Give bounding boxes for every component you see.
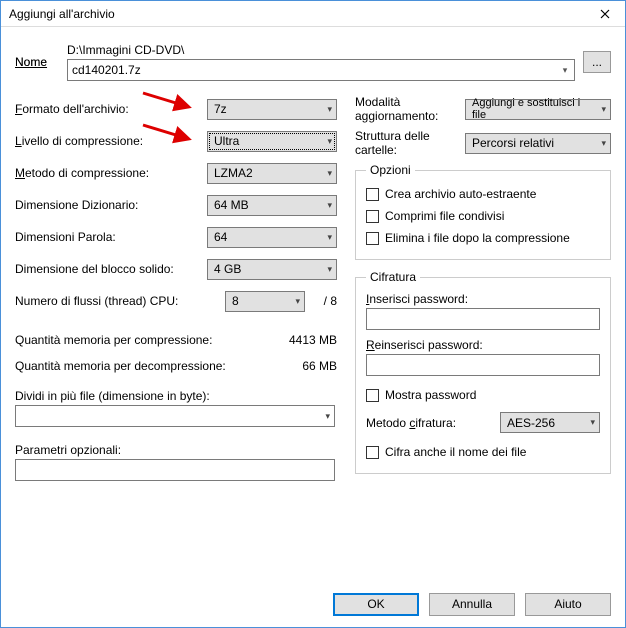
threads-select[interactable]: 8▾ [225,291,305,312]
word-select[interactable]: 64▾ [207,227,337,248]
delete-checkbox[interactable] [366,232,379,245]
shared-label: Comprimi file condivisi [385,209,504,223]
options-legend: Opzioni [366,163,415,177]
pw2-label: Reinserisci password: [366,338,600,352]
cancel-button[interactable]: Annulla [429,593,515,616]
solid-label: Dimensione del blocco solido: [15,262,207,276]
ok-button[interactable]: OK [333,593,419,616]
threads-label: Numero di flussi (thread) CPU: [15,294,225,308]
method-select[interactable]: LZMA2▾ [207,163,337,184]
encryption-group: Cifratura Inserisci password: Reinserisc… [355,270,611,474]
chevron-down-icon: ▾ [327,104,332,115]
chevron-down-icon: ▾ [327,136,332,147]
update-label: Modalità aggiornamento: [355,95,465,123]
split-label: Dividi in più file (dimensione in byte): [15,389,337,403]
mem-decomp-value: 66 MB [267,359,337,373]
update-select[interactable]: Aggiungi e sostituisci i file▾ [465,99,611,120]
paths-select[interactable]: Percorsi relativi▾ [465,133,611,154]
dialog-body: Nome D:\Immagini CD-DVD\ ▾ ... Formato d… [1,27,625,581]
dict-select[interactable]: 64 MB▾ [207,195,337,216]
right-column: Modalità aggiornamento: Aggiungi e sosti… [355,95,611,484]
dialog-footer: OK Annulla Aiuto [1,581,625,627]
encrypt-names-label: Cifra anche il nome dei file [385,445,526,459]
window-title: Aggiungi all'archivio [9,7,585,21]
chevron-down-icon: ▾ [327,168,332,179]
archive-path: D:\Immagini CD-DVD\ [67,43,575,57]
format-label: Formato dell'archivio: [15,102,207,116]
dialog-window: Aggiungi all'archivio Nome D:\Immagini C… [0,0,626,628]
browse-button[interactable]: ... [583,51,611,73]
enc-method-label: Metodo cifratura: [366,416,492,430]
name-label: Nome [15,55,67,69]
archive-name-input[interactable] [68,60,556,80]
mem-decomp-label: Quantità memoria per decompressione: [15,359,267,373]
dict-label: Dimensione Dizionario: [15,198,207,212]
pw1-label: Inserisci password: [366,292,600,306]
chevron-down-icon: ▾ [325,411,330,422]
encryption-legend: Cifratura [366,270,420,284]
chevron-down-icon: ▾ [601,138,606,149]
chevron-down-icon: ▾ [601,104,606,115]
params-input[interactable] [15,459,335,481]
level-select[interactable]: Ultra▾ [207,131,337,152]
word-label: Dimensioni Parola: [15,230,207,244]
options-group: Opzioni Crea archivio auto-estraente Com… [355,163,611,260]
delete-label: Elimina i file dopo la compressione [385,231,570,245]
encrypt-names-checkbox[interactable] [366,446,379,459]
titlebar: Aggiungi all'archivio [1,1,625,27]
chevron-down-icon: ▾ [327,232,332,243]
help-button[interactable]: Aiuto [525,593,611,616]
close-button[interactable] [585,1,625,27]
sfx-checkbox[interactable] [366,188,379,201]
left-column: Formato dell'archivio: 7z▾ Livello di co… [15,95,337,484]
password-confirm-input[interactable] [366,354,600,376]
solid-select[interactable]: 4 GB▾ [207,259,337,280]
show-password-checkbox[interactable] [366,389,379,402]
chevron-down-icon: ▾ [327,264,332,275]
threads-max: / 8 [311,294,337,308]
chevron-down-icon: ▾ [590,417,595,428]
level-label: Livello di compressione: [15,134,207,148]
chevron-down-icon[interactable]: ▾ [556,65,574,76]
mem-comp-label: Quantità memoria per compressione: [15,333,267,347]
archive-name-combo[interactable]: ▾ [67,59,575,81]
format-select[interactable]: 7z▾ [207,99,337,120]
sfx-label: Crea archivio auto-estraente [385,187,536,201]
archive-name-row: Nome D:\Immagini CD-DVD\ ▾ ... [15,43,611,81]
show-password-label: Mostra password [385,388,476,402]
password-input[interactable] [366,308,600,330]
chevron-down-icon: ▾ [327,200,332,211]
chevron-down-icon: ▾ [295,296,300,307]
params-label: Parametri opzionali: [15,443,337,457]
mem-comp-value: 4413 MB [267,333,337,347]
split-select[interactable]: ▾ [15,405,335,427]
method-label: Metodo di compressione: [15,166,207,180]
paths-label: Struttura delle cartelle: [355,129,465,157]
shared-checkbox[interactable] [366,210,379,223]
enc-method-select[interactable]: AES-256▾ [500,412,600,433]
